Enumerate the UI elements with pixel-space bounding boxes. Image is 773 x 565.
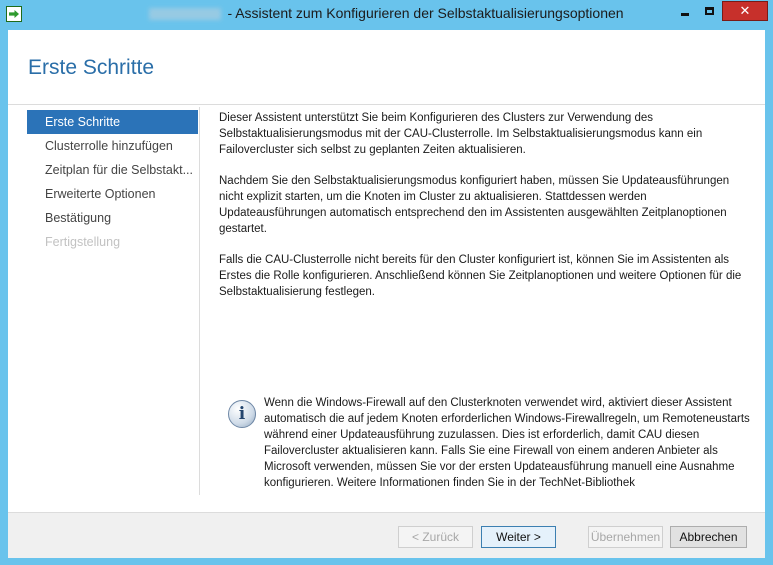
- next-button[interactable]: Weiter >: [481, 526, 556, 548]
- nav-item-erste-schritte[interactable]: Erste Schritte: [27, 110, 198, 134]
- nav-item-fertigstellung: Fertigstellung: [45, 235, 121, 249]
- page-title: Erste Schritte: [28, 56, 155, 79]
- redacted-cluster-name: [149, 8, 222, 21]
- apply-button: Übernehmen: [588, 526, 663, 548]
- firewall-info-box: i Wenn die Windows-Firewall auf den Clus…: [224, 395, 754, 495]
- nav-divider: [199, 107, 200, 495]
- back-button: < Zurück: [398, 526, 473, 548]
- info-icon: i: [228, 400, 256, 428]
- wizard-window: - Assistent zum Konfigurieren der Selbst…: [0, 0, 773, 565]
- header-divider: [8, 104, 765, 105]
- minimize-button[interactable]: [672, 1, 697, 21]
- minimize-icon: [680, 12, 689, 16]
- close-icon: ✕: [739, 3, 751, 19]
- maximize-button[interactable]: [697, 1, 721, 21]
- content-paragraph-3: Falls die CAU-Clusterrolle nicht bereits…: [219, 254, 742, 298]
- content-paragraph-1: Dieser Assistent unterstützt Sie beim Ko…: [219, 112, 703, 156]
- nav-item-zeitplan[interactable]: Zeitplan für die Selbstakt...: [27, 158, 198, 182]
- window-title-text: - Assistent zum Konfigurieren der Selbst…: [227, 5, 624, 21]
- button-bar: < Zurück Weiter > Übernehmen Abbrechen: [8, 512, 765, 558]
- maximize-icon: [704, 7, 714, 15]
- nav-item-erweiterte-optionen[interactable]: Erweiterte Optionen: [27, 182, 198, 206]
- content-text: Dieser Assistent unterstützt Sie beim Ko…: [219, 110, 749, 315]
- wizard-client-area: Erste Schritte Erste Schritte Clusterrol…: [8, 30, 765, 558]
- firewall-info-text: Wenn die Windows-Firewall auf den Cluste…: [264, 397, 750, 489]
- window-title: - Assistent zum Konfigurieren der Selbst…: [0, 5, 773, 21]
- close-button[interactable]: ✕: [722, 1, 768, 21]
- content-paragraph-2: Nachdem Sie den Selbstaktualisierungsmod…: [219, 175, 730, 235]
- cancel-button[interactable]: Abbrechen: [670, 526, 747, 548]
- title-bar[interactable]: - Assistent zum Konfigurieren der Selbst…: [0, 0, 773, 29]
- wizard-step-nav: Erste Schritte Clusterrolle hinzufügen Z…: [27, 110, 198, 254]
- nav-item-clusterrolle[interactable]: Clusterrolle hinzufügen: [27, 134, 198, 158]
- nav-item-bestaetigung[interactable]: Bestätigung: [27, 206, 198, 230]
